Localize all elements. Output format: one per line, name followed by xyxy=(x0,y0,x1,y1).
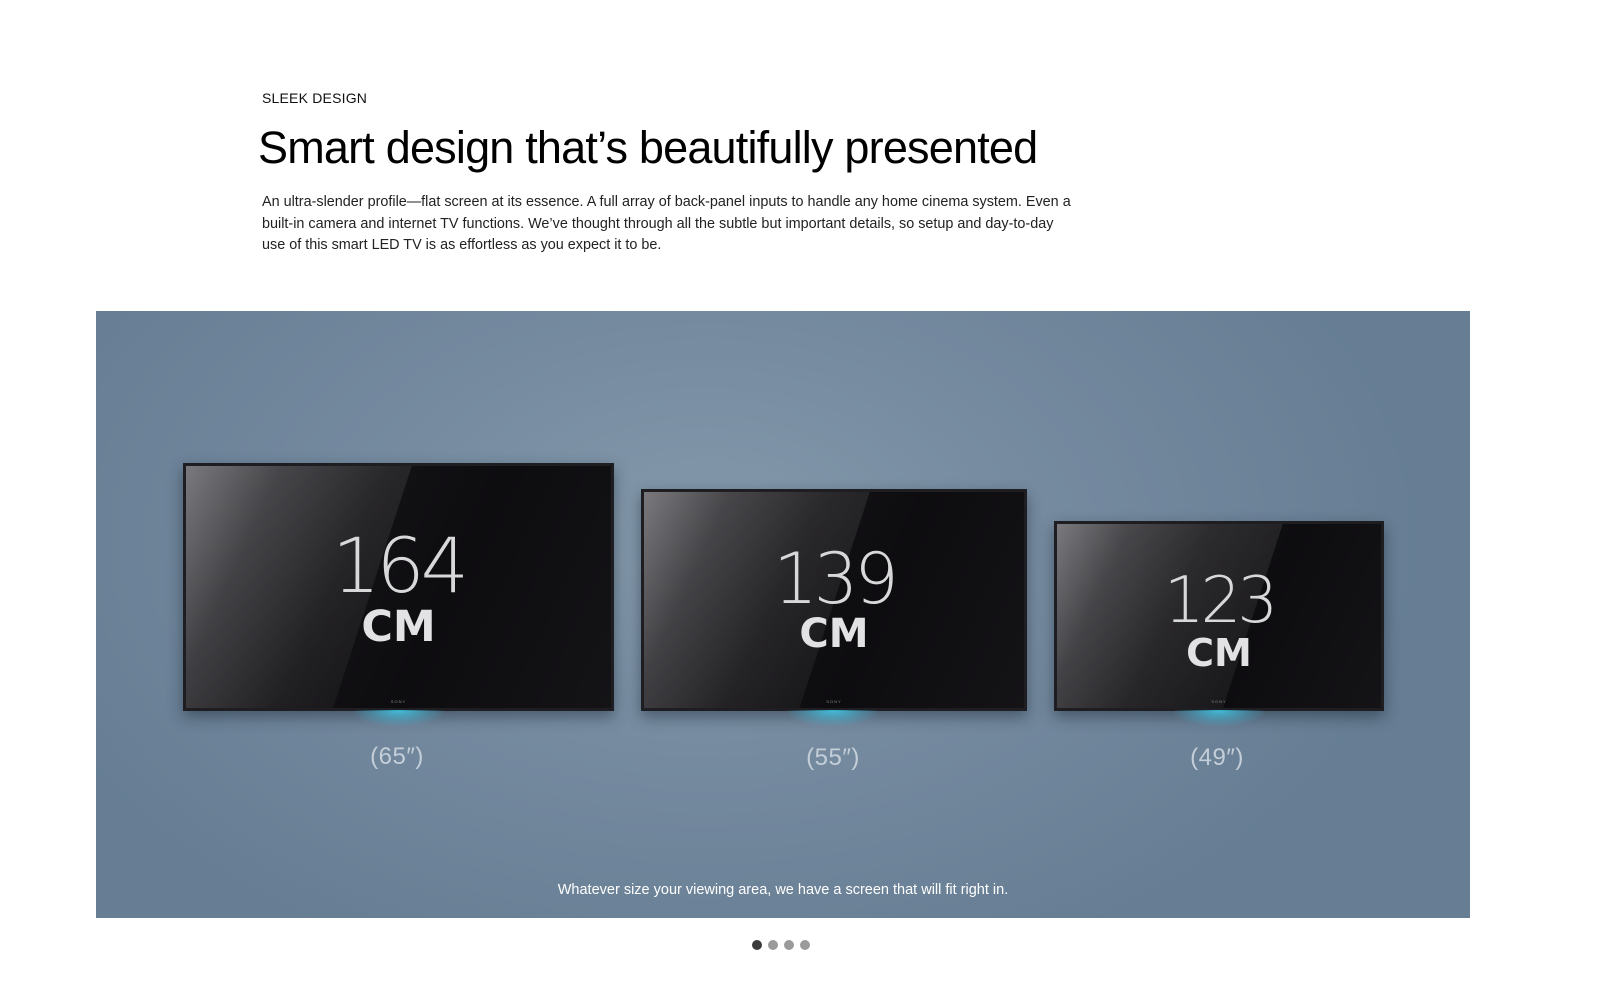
carousel-pagination xyxy=(752,940,810,952)
carousel-dot-3[interactable] xyxy=(784,940,794,950)
tv-glow xyxy=(354,710,444,726)
tv-brand-logo: SONY xyxy=(826,699,842,704)
tv-brand-logo: SONY xyxy=(390,699,407,704)
tv-glow xyxy=(1174,710,1264,726)
tv-size-unit: CM xyxy=(361,602,436,652)
section-headline: Smart design that’s beautifully presente… xyxy=(258,122,1038,173)
tv-size-unit: CM xyxy=(799,611,869,657)
tv-size-number: 123 xyxy=(1163,564,1278,638)
carousel-dot-1[interactable] xyxy=(752,940,762,950)
tv-size-unit: CM xyxy=(1186,631,1252,675)
tv-size-slide: 164 CM SONY (65″) 139 CM SONY (55″) 123 … xyxy=(96,311,1470,918)
tv-screen: 139 CM SONY xyxy=(641,489,1027,711)
tv-size-number: 139 xyxy=(773,538,899,620)
tv-inch-label: (49″) xyxy=(1190,744,1244,771)
tv-screen: 164 CM SONY xyxy=(183,463,614,711)
tv-inch-label: (55″) xyxy=(806,744,860,771)
tv-glow xyxy=(788,710,878,726)
slide-caption: Whatever size your viewing area, we have… xyxy=(557,882,1009,898)
carousel-dot-2[interactable] xyxy=(768,940,778,950)
tv-164cm: 164 CM SONY xyxy=(183,463,614,711)
carousel-dot-4[interactable] xyxy=(800,940,810,950)
tv-size-number: 164 xyxy=(331,521,469,610)
tv-inch-label: (65″) xyxy=(370,743,424,770)
tv-139cm: 139 CM SONY xyxy=(641,489,1027,711)
tv-screen: 123 CM SONY xyxy=(1054,521,1384,711)
section-body-copy: An ultra-slender profile—flat screen at … xyxy=(262,194,1071,253)
section-eyebrow: SLEEK DESIGN xyxy=(262,90,368,106)
tv-brand-logo: SONY xyxy=(1211,699,1227,704)
tv-123cm: 123 CM SONY xyxy=(1054,521,1384,711)
